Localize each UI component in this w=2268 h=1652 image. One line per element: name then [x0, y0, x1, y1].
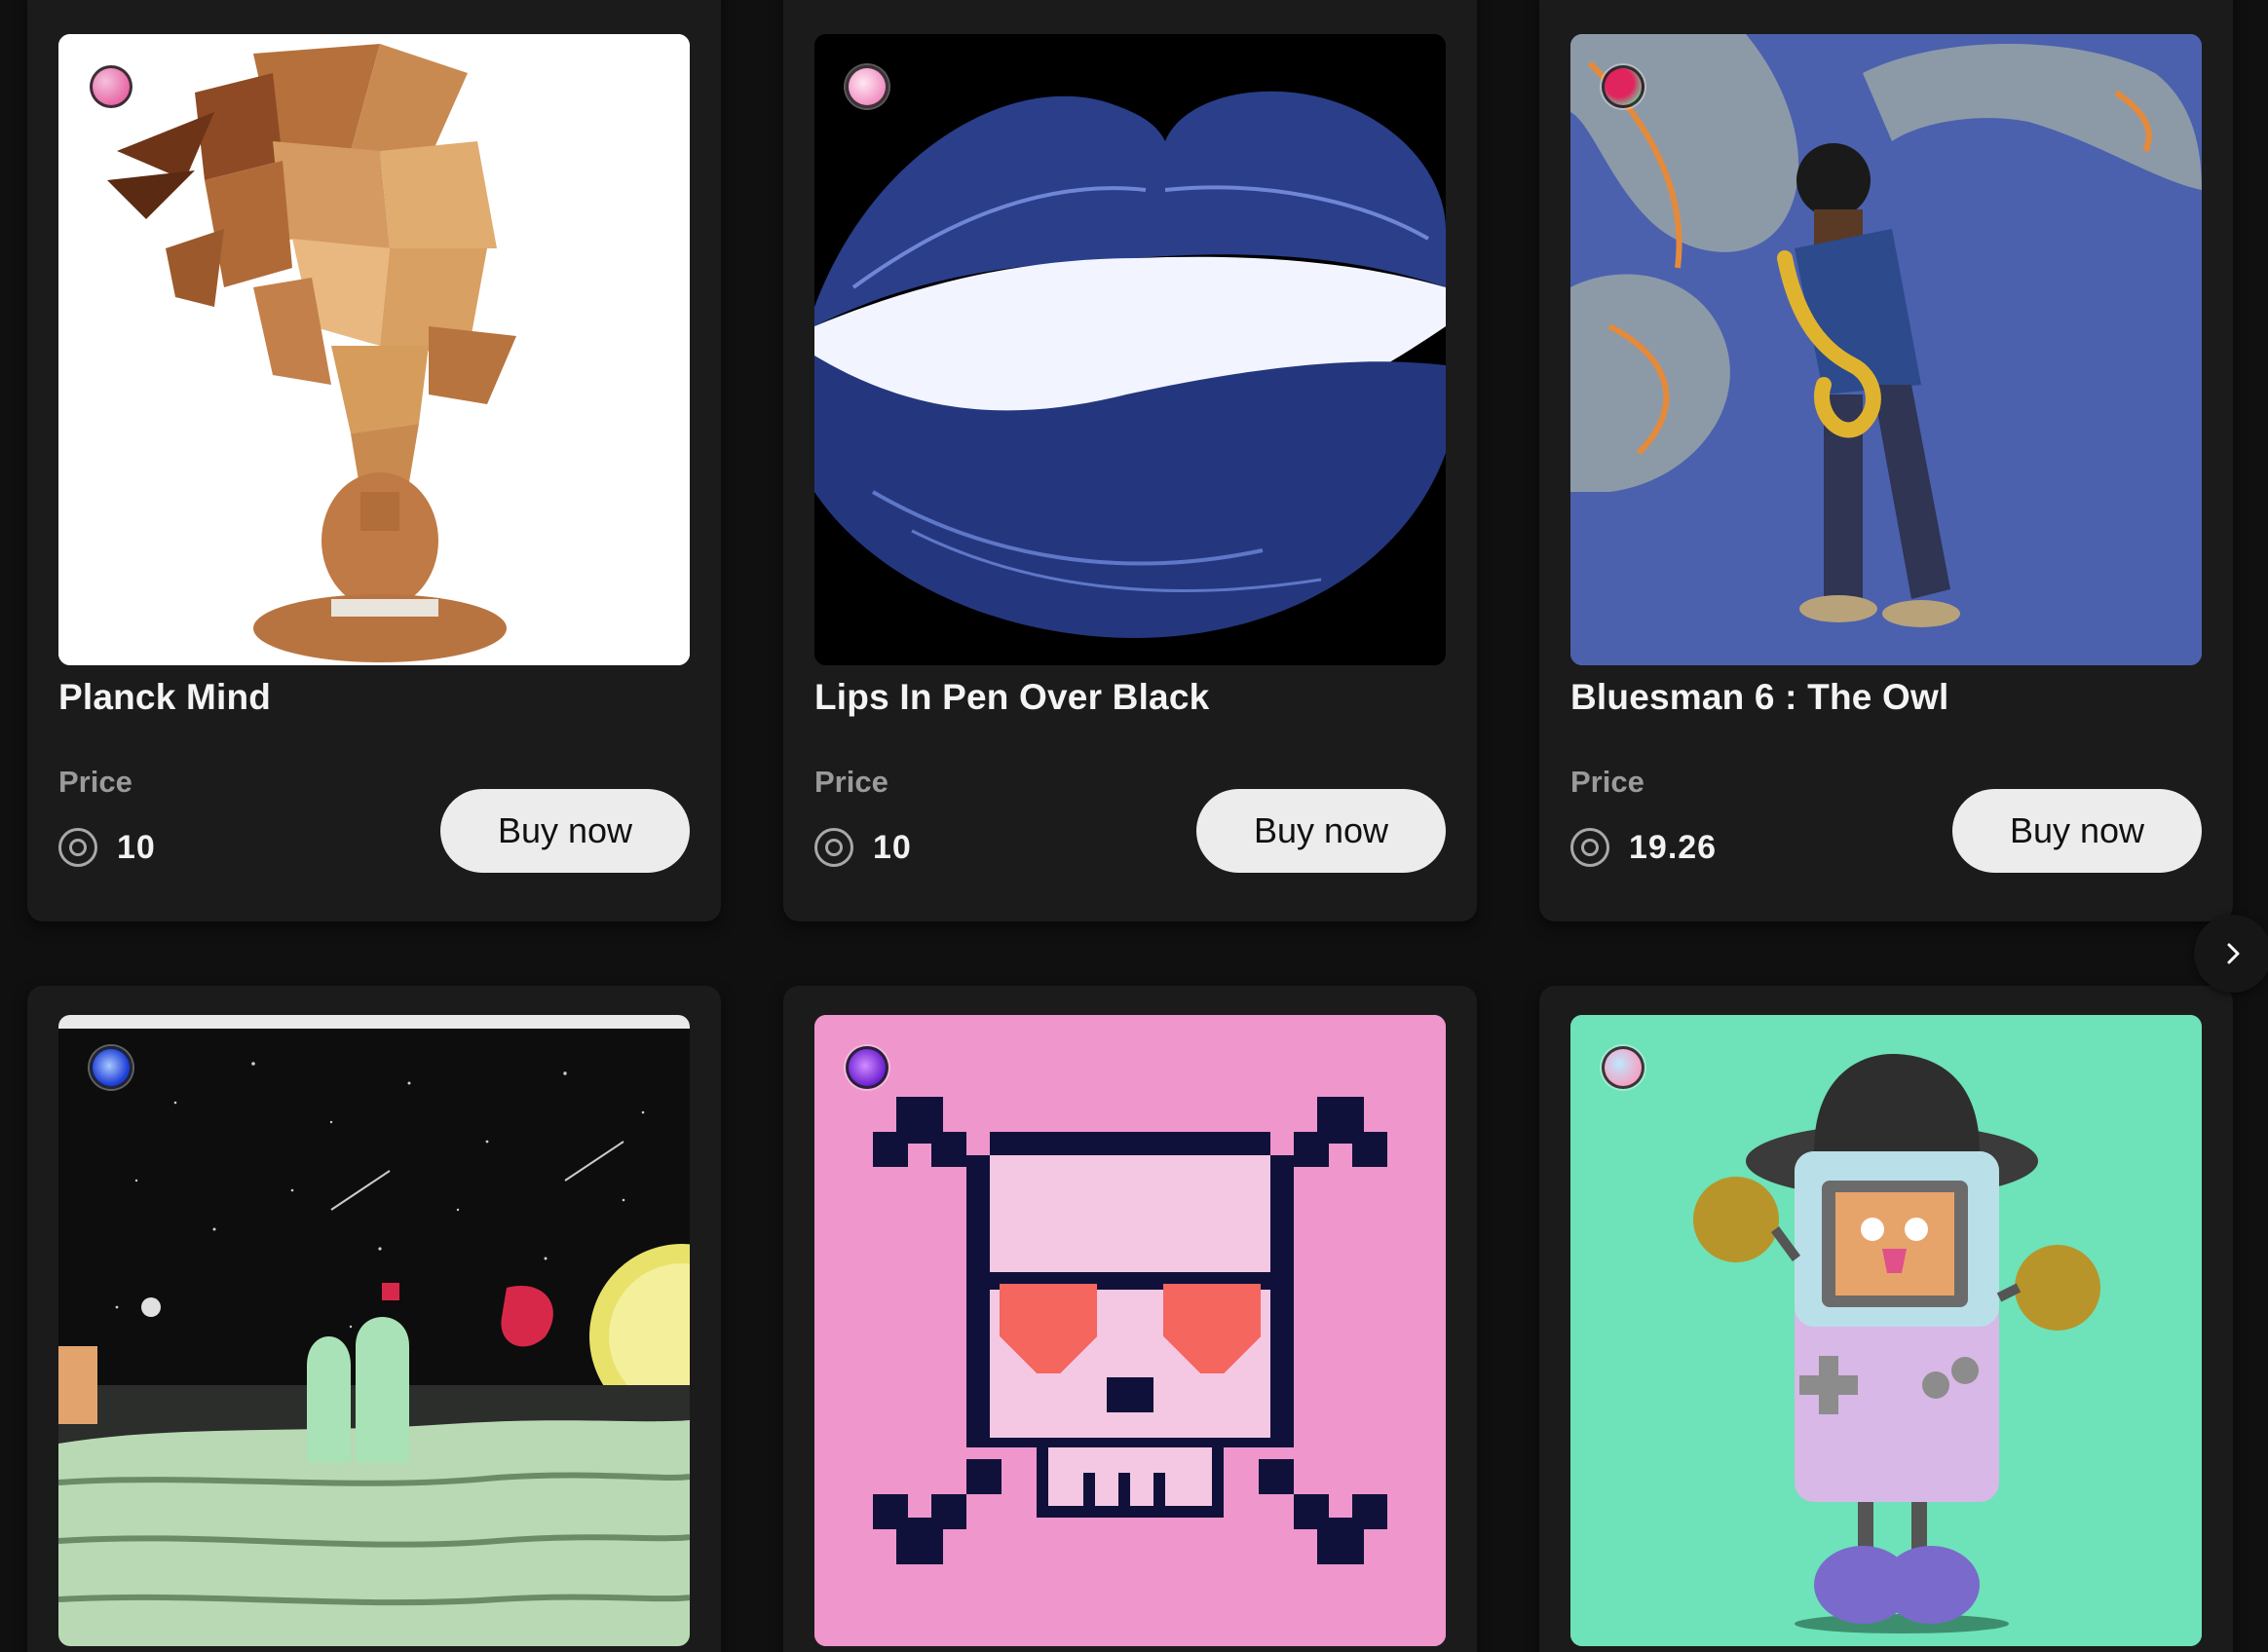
nft-artwork[interactable]	[58, 1015, 690, 1646]
price-label: Price	[814, 765, 888, 799]
price: 10	[58, 828, 156, 867]
price-value: 10	[117, 828, 156, 866]
nft-title[interactable]: Planck Mind	[58, 677, 271, 718]
price-value: 19.26	[1629, 828, 1718, 866]
price-label: Price	[58, 765, 132, 799]
artwork-blue-lips	[814, 34, 1446, 665]
coin-icon	[58, 828, 97, 867]
price: 10	[814, 828, 912, 867]
nft-artwork[interactable]	[58, 34, 690, 665]
artwork-saxophone-player	[1570, 34, 2202, 665]
carousel-next-button[interactable]	[2194, 915, 2268, 993]
artwork-space-landscape	[58, 1015, 690, 1646]
artwork-gameboy-character	[1570, 1015, 2202, 1646]
nft-artwork[interactable]	[1570, 1015, 2202, 1646]
buy-now-button[interactable]: Buy now	[1196, 789, 1446, 873]
owner-avatar[interactable]	[1602, 1046, 1644, 1089]
owner-avatar[interactable]	[846, 65, 888, 108]
price: 19.26	[1570, 828, 1717, 867]
coin-icon	[814, 828, 853, 867]
nft-card[interactable]	[27, 986, 721, 1652]
nft-gallery: Planck Mind Price 10 Buy now Lips In Pen…	[0, 0, 2268, 1652]
owner-avatar[interactable]	[1602, 65, 1644, 108]
nft-card[interactable]	[1539, 986, 2233, 1652]
buy-now-button[interactable]: Buy now	[440, 789, 690, 873]
owner-avatar[interactable]	[846, 1046, 888, 1089]
price-value: 10	[873, 828, 912, 866]
buy-now-button[interactable]: Buy now	[1952, 789, 2202, 873]
nft-card[interactable]: Planck Mind Price 10 Buy now	[27, 0, 721, 921]
artwork-pixel-skull	[814, 1015, 1446, 1646]
nft-artwork[interactable]	[814, 34, 1446, 665]
nft-title[interactable]: Lips In Pen Over Black	[814, 677, 1209, 718]
artwork-wooden-shards	[58, 34, 690, 665]
nft-card[interactable]: Bluesman 6 : The Owl Price 19.26 Buy now	[1539, 0, 2233, 921]
nft-card[interactable]	[783, 986, 1477, 1652]
price-label: Price	[1570, 765, 1644, 799]
owner-avatar[interactable]	[90, 1046, 132, 1089]
nft-title[interactable]: Bluesman 6 : The Owl	[1570, 677, 1948, 718]
nft-artwork[interactable]	[1570, 34, 2202, 665]
chevron-right-icon	[2227, 943, 2240, 964]
nft-card[interactable]: Lips In Pen Over Black Price 10 Buy now	[783, 0, 1477, 921]
nft-artwork[interactable]	[814, 1015, 1446, 1646]
owner-avatar[interactable]	[90, 65, 132, 108]
coin-icon	[1570, 828, 1609, 867]
